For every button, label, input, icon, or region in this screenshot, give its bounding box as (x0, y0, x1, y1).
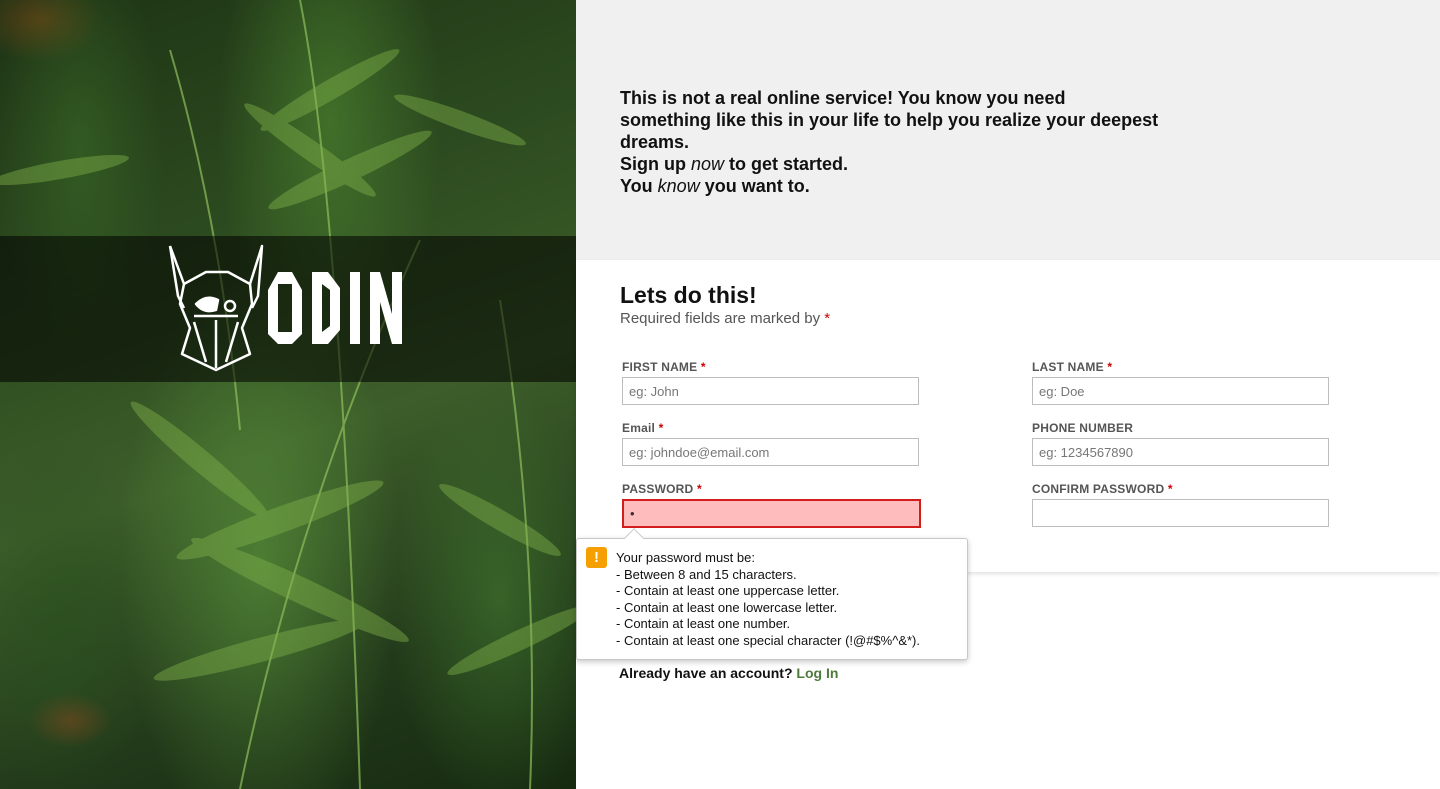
form-subtitle-text: Required fields are marked by (620, 310, 825, 327)
intro-tagline: You know you want to. (620, 175, 1160, 197)
login-prompt-text: Already have an account? (619, 665, 797, 681)
intro-line3-post: you want to. (699, 176, 810, 196)
email-field: Email * (622, 421, 919, 466)
email-input[interactable] (622, 438, 919, 466)
required-asterisk: * (824, 310, 831, 327)
tooltip-line: Your password must be: (616, 550, 755, 565)
tooltip-line: - Contain at least one number. (616, 616, 791, 631)
form-title: Lets do this! (620, 282, 757, 308)
login-prompt: Already have an account? Log In (619, 665, 838, 681)
intro-line2-emphasis: now (691, 154, 725, 174)
form-subtitle: Required fields are marked by * (620, 310, 830, 327)
login-link[interactable]: Log In (796, 665, 838, 681)
phone-field: PHONE NUMBER (1032, 421, 1329, 466)
password-field: PASSWORD * (622, 482, 921, 528)
tooltip-line: - Contain at least one uppercase letter. (616, 583, 840, 598)
last-name-label: LAST NAME * (1032, 360, 1113, 374)
tooltip-line: - Contain at least one lowercase letter. (616, 599, 838, 615)
intro-line3-emphasis: know (657, 176, 700, 196)
first-name-label: FIRST NAME * (622, 360, 706, 374)
confirm-password-field: CONFIRM PASSWORD * (1032, 482, 1329, 527)
confirm-password-label: CONFIRM PASSWORD * (1032, 482, 1173, 496)
confirm-password-input[interactable] (1032, 499, 1329, 527)
last-name-field: LAST NAME * (1032, 360, 1329, 405)
tooltip-line: - Between 8 and 15 characters. (616, 566, 797, 582)
intro-line2-post: to get started. (724, 154, 849, 174)
intro-text: This is not a real online service! You k… (620, 87, 1160, 175)
phone-input[interactable] (1032, 438, 1329, 466)
intro-line1: This is not a real online service! You k… (620, 88, 1159, 152)
hero-image (0, 0, 576, 789)
fern-background (0, 0, 576, 789)
first-name-field: FIRST NAME * (622, 360, 919, 405)
password-input[interactable] (622, 499, 921, 528)
odin-logo (166, 244, 406, 379)
password-label: PASSWORD * (622, 482, 702, 496)
password-validation-tooltip: ! Your password must be: - Between 8 and… (576, 528, 968, 660)
warning-icon: ! (586, 547, 607, 568)
first-name-input[interactable] (622, 377, 919, 405)
intro-line2-pre: Sign up (620, 154, 691, 174)
tooltip-message: Your password must be: - Between 8 and 1… (616, 550, 920, 649)
last-name-input[interactable] (1032, 377, 1329, 405)
intro-section: This is not a real online service! You k… (576, 0, 1440, 260)
intro-line3-pre: You (620, 176, 658, 196)
signup-form: Lets do this! Required fields are marked… (576, 260, 1440, 572)
phone-label: PHONE NUMBER (1032, 421, 1134, 435)
email-label: Email * (622, 421, 664, 435)
tooltip-line: - Contain at least one special character… (616, 632, 920, 648)
